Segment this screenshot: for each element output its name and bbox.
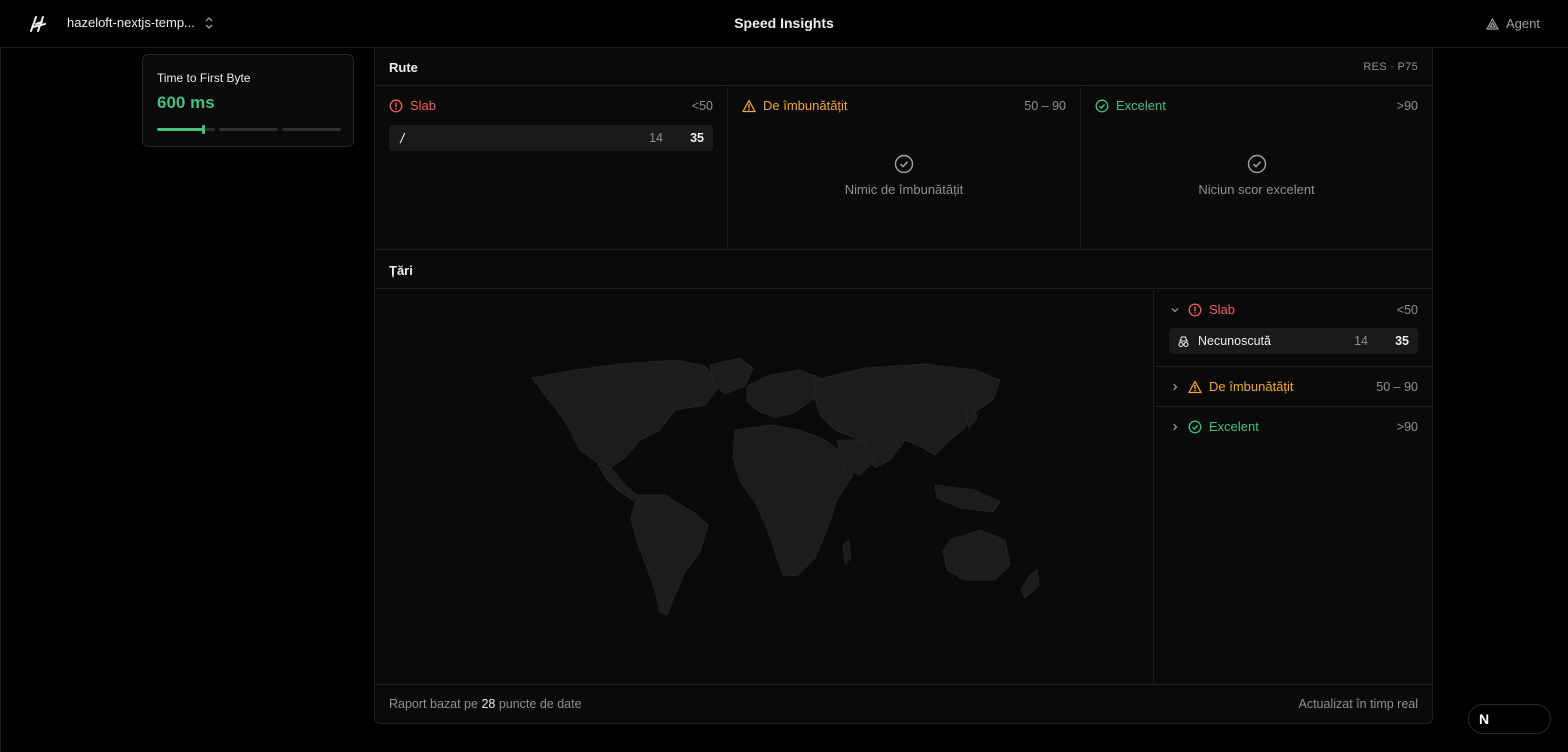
country-score: 35 bbox=[1395, 334, 1409, 348]
group-range: 50 – 90 bbox=[1376, 379, 1418, 394]
footer-summary: Raport bazat pe 28 puncte de date bbox=[389, 697, 582, 711]
check-circle-icon bbox=[1095, 99, 1109, 112]
empty-text: Nimic de îmbunătățit bbox=[844, 182, 964, 197]
chevron-up-down-icon bbox=[205, 16, 213, 29]
top-bar: hazeloft-nextjs-temp... Speed Insights A… bbox=[0, 0, 1568, 48]
agent-label: Agent bbox=[1506, 16, 1540, 31]
countries-title: Țări bbox=[389, 263, 413, 278]
footer-prefix: Raport bazat pe bbox=[389, 697, 478, 711]
alert-circle-icon bbox=[389, 99, 403, 112]
group-header-good[interactable]: Excelent >90 bbox=[1169, 419, 1418, 434]
routes-column-needs-improvement: De îmbunătățit 50 – 90 Nimic de îmbunătă… bbox=[727, 87, 1080, 250]
group-label: Excelent bbox=[1209, 419, 1259, 434]
incognito-icon bbox=[1178, 336, 1189, 348]
footer-realtime: Actualizat în timp real bbox=[1298, 697, 1419, 711]
scale-segment-poor bbox=[282, 128, 341, 131]
column-label: De îmbunătățit bbox=[763, 98, 848, 113]
project-selector[interactable]: hazeloft-nextjs-temp... bbox=[67, 15, 215, 30]
app-logo-icon[interactable] bbox=[27, 13, 49, 35]
world-map-icon bbox=[531, 357, 1040, 616]
scale-marker bbox=[202, 125, 205, 134]
agent-button[interactable]: Agent bbox=[1486, 16, 1540, 31]
metric-label: Time to First Byte bbox=[157, 71, 251, 85]
warning-triangle-icon bbox=[742, 99, 756, 112]
country-count: 14 bbox=[1354, 334, 1368, 348]
footer-suffix: puncte de date bbox=[498, 697, 582, 711]
route-count: 14 bbox=[649, 131, 663, 145]
route-row[interactable]: / 14 35 bbox=[389, 125, 713, 151]
page-title: Speed Insights bbox=[734, 15, 834, 31]
chevron-right-icon bbox=[1173, 423, 1178, 430]
countries-sidebar: Slab <50 Necunoscută 14 35 De îmbunătăți… bbox=[1155, 290, 1432, 684]
routes-column-good: Excelent >90 Niciun scor excelent bbox=[1080, 87, 1432, 250]
metric-scale bbox=[157, 125, 341, 134]
alert-circle-icon bbox=[1188, 303, 1202, 316]
nextjs-dev-badge[interactable]: N bbox=[1468, 704, 1551, 734]
frame-edge bbox=[0, 48, 1, 752]
group-range: >90 bbox=[1396, 419, 1418, 434]
country-row[interactable]: Necunoscută 14 35 bbox=[1169, 328, 1418, 354]
column-header-needs-improvement: De îmbunătățit 50 – 90 bbox=[742, 98, 1066, 113]
report-footer: Raport bazat pe 28 puncte de date Actual… bbox=[375, 684, 1432, 723]
country-group-good[interactable]: Excelent >90 bbox=[1155, 407, 1432, 447]
badge-label: N bbox=[1479, 711, 1490, 727]
scale-fill bbox=[157, 128, 203, 131]
column-label: Excelent bbox=[1116, 98, 1166, 113]
country-group-needs-improvement[interactable]: De îmbunătățit 50 – 90 bbox=[1155, 367, 1432, 407]
group-label: De îmbunătățit bbox=[1209, 379, 1294, 394]
column-header-poor: Slab <50 bbox=[389, 98, 713, 113]
metric-card-ttfb[interactable]: Time to First Byte 600 ms bbox=[142, 54, 354, 147]
chevron-down-icon bbox=[1171, 307, 1179, 312]
check-circle-icon bbox=[1188, 420, 1202, 433]
scale-segment-mid bbox=[219, 128, 278, 131]
column-range: 50 – 90 bbox=[1024, 98, 1066, 113]
empty-text: Niciun scor excelent bbox=[1198, 182, 1315, 197]
group-header-needs-improvement[interactable]: De îmbunătățit 50 – 90 bbox=[1169, 379, 1418, 394]
country-group-poor[interactable]: Slab <50 Necunoscută 14 35 bbox=[1155, 290, 1432, 367]
warning-triangle-icon bbox=[1188, 380, 1202, 393]
column-range: >90 bbox=[1396, 98, 1418, 113]
check-circle-icon bbox=[894, 154, 914, 174]
countries-header: Țări bbox=[375, 251, 1432, 289]
world-map[interactable] bbox=[375, 290, 1154, 684]
empty-state: Nimic de îmbunătățit bbox=[728, 154, 1080, 197]
column-label: Slab bbox=[410, 98, 437, 113]
route-path: / bbox=[399, 131, 407, 145]
project-name: hazeloft-nextjs-temp... bbox=[67, 15, 195, 30]
chevron-right-icon bbox=[1173, 383, 1178, 390]
agent-icon bbox=[1486, 17, 1500, 30]
route-score: 35 bbox=[690, 131, 704, 145]
routes-header: Rute RES · P75 bbox=[375, 48, 1432, 86]
footer-count: 28 bbox=[481, 697, 496, 711]
group-range: <50 bbox=[1396, 302, 1418, 317]
check-circle-icon bbox=[1247, 154, 1266, 174]
main-panel: Rute RES · P75 Slab <50 / 14 35 De îmbun… bbox=[374, 48, 1433, 724]
empty-state: Niciun scor excelent bbox=[1081, 154, 1432, 197]
routes-meta[interactable]: RES · P75 bbox=[1363, 61, 1418, 73]
routes-columns: Slab <50 / 14 35 De îmbunătățit 50 – 90 bbox=[375, 87, 1432, 250]
metric-value: 600 ms bbox=[157, 93, 215, 112]
group-label: Slab bbox=[1209, 302, 1236, 317]
routes-title: Rute bbox=[389, 60, 418, 75]
column-range: <50 bbox=[691, 98, 713, 113]
routes-column-poor: Slab <50 / 14 35 bbox=[375, 87, 727, 250]
country-name: Necunoscută bbox=[1198, 334, 1271, 348]
group-header-poor[interactable]: Slab <50 bbox=[1169, 302, 1418, 317]
column-header-good: Excelent >90 bbox=[1095, 98, 1418, 113]
